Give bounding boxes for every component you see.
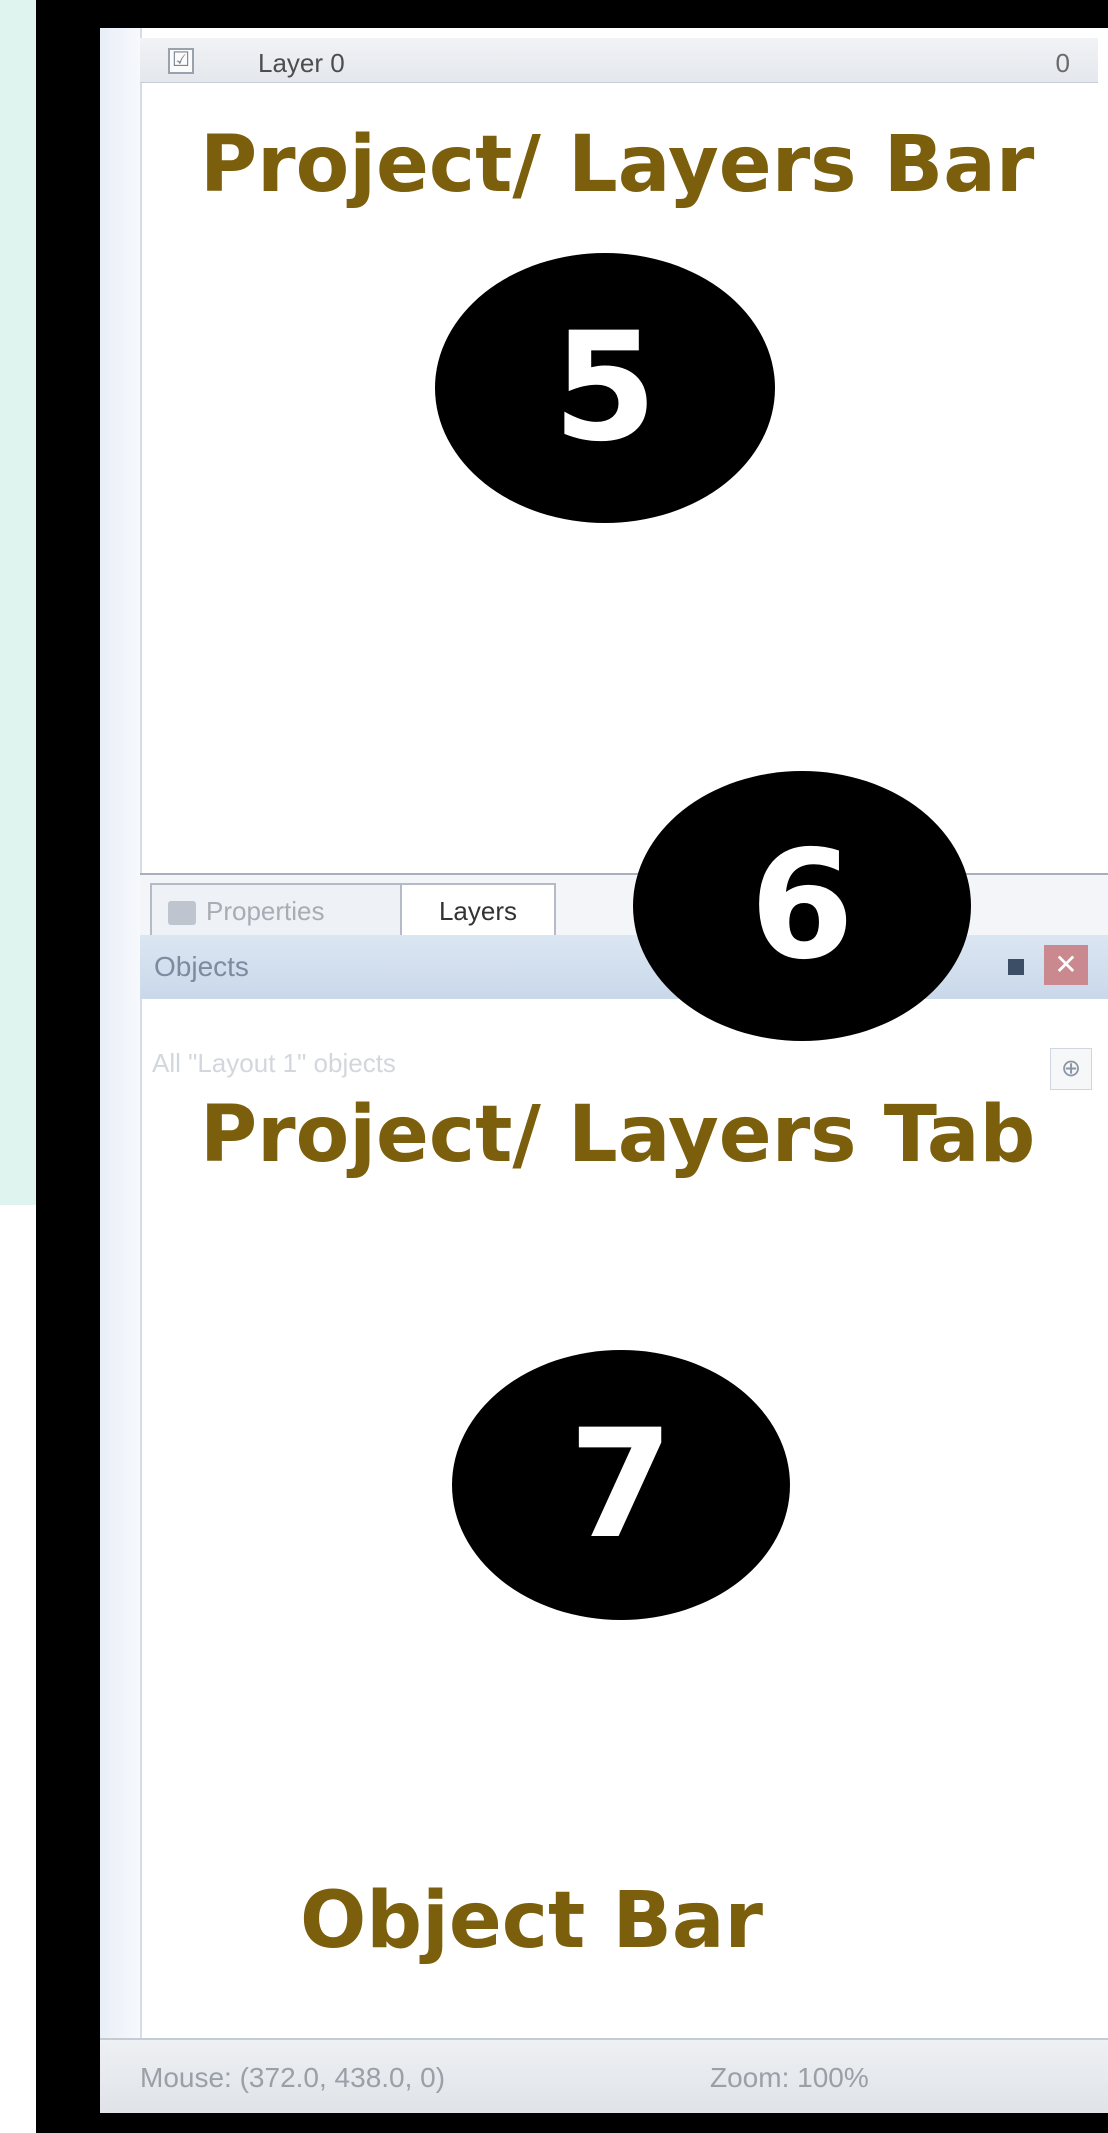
- tab-properties[interactable]: Properties: [150, 883, 404, 937]
- page: ☑ Layer 0 0 Properties Layers Objects ✕ …: [0, 0, 1108, 2133]
- annotation-project-layers-tab: Project/ Layers Tab: [200, 1090, 1036, 1180]
- objects-info-text: All "Layout 1" objects: [152, 1048, 396, 1078]
- close-icon[interactable]: ✕: [1044, 945, 1088, 985]
- app-side-panel: ☑ Layer 0 0 Properties Layers Objects ✕ …: [100, 28, 1108, 2113]
- panel-menu-icon[interactable]: [1008, 959, 1024, 975]
- tab-properties-label: Properties: [206, 896, 325, 926]
- layer-row[interactable]: ☑ Layer 0 0: [140, 38, 1098, 83]
- callout-badge-5: 5: [435, 253, 775, 523]
- panel-left-border: [100, 28, 142, 2113]
- layer-name: Layer 0: [258, 48, 345, 78]
- mouse-coordinates: Mouse: (372.0, 438.0, 0): [140, 2062, 446, 2093]
- callout-badge-7: 7: [452, 1350, 790, 1620]
- zoom-level: Zoom: 100%: [710, 2062, 869, 2093]
- left-background-panel: [0, 0, 36, 1205]
- layer-visibility-checkbox[interactable]: ☑: [168, 48, 194, 74]
- left-panel-strip: [0, 1205, 37, 1325]
- tab-layers[interactable]: Layers: [400, 883, 556, 937]
- properties-icon: [168, 901, 196, 926]
- annotation-project-layers-bar: Project/ Layers Bar: [200, 120, 1035, 210]
- status-bar: Mouse: (372.0, 438.0, 0) Zoom: 100%: [100, 2038, 1108, 2113]
- annotation-object-bar: Object Bar: [300, 1876, 764, 1966]
- pin-icon[interactable]: ⊕: [1050, 1048, 1092, 1090]
- callout-badge-6: 6: [633, 771, 971, 1041]
- objects-title: Objects: [154, 951, 249, 982]
- screenshot-frame: ☑ Layer 0 0 Properties Layers Objects ✕ …: [36, 0, 1108, 2133]
- layer-object-count: 0: [1055, 48, 1070, 78]
- tab-layers-label: Layers: [438, 896, 518, 926]
